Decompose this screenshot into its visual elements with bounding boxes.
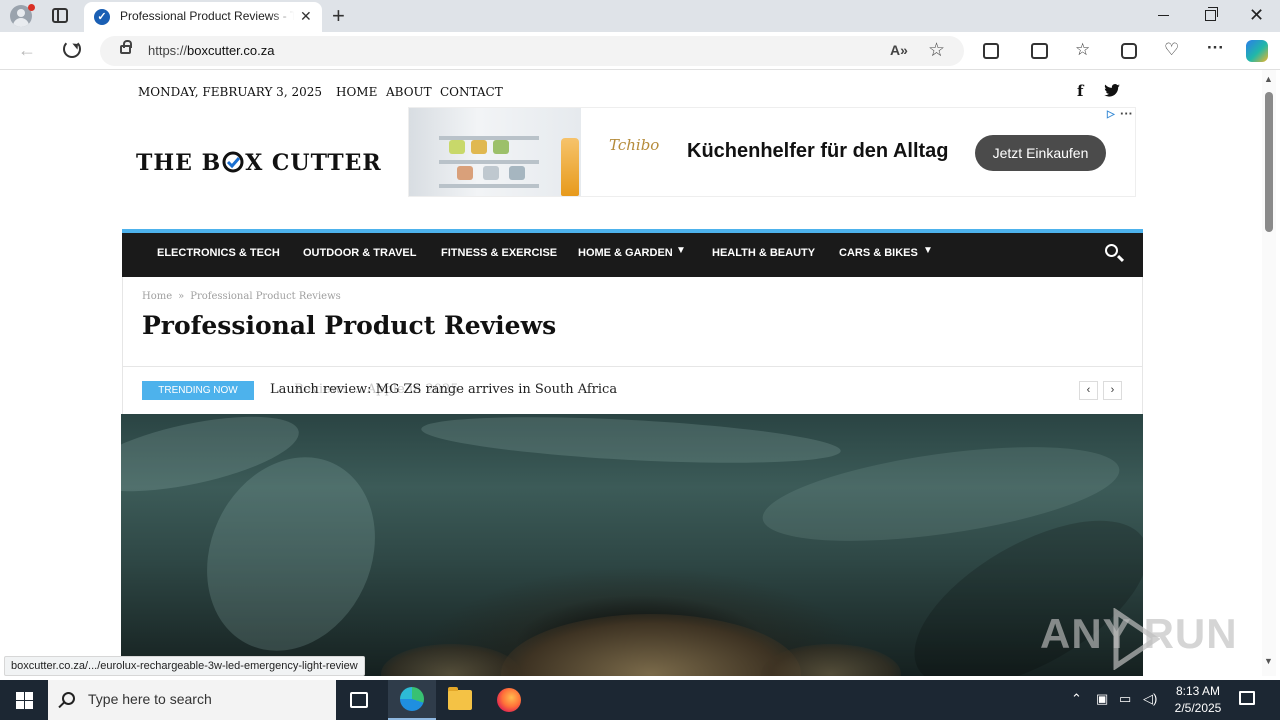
clock-time: 8:13 AM: [1175, 684, 1221, 698]
windows-start-icon[interactable]: [16, 692, 33, 709]
tab-actions-icon[interactable]: [52, 8, 68, 23]
favorite-star-icon[interactable]: ☆: [928, 39, 945, 62]
split-screen-icon[interactable]: [1031, 43, 1048, 59]
more-icon[interactable]: ···: [1207, 38, 1224, 58]
ad-cta-button[interactable]: Jetzt Einkaufen: [975, 135, 1106, 171]
lock-icon[interactable]: [120, 40, 132, 54]
topnav-contact[interactable]: CONTACT: [440, 85, 503, 99]
tray-device-icon[interactable]: ▣: [1096, 691, 1108, 707]
new-tab-icon[interactable]: +: [332, 3, 345, 29]
ad-banner[interactable]: Tchibo Küchenhelfer für den Alltag Jetzt…: [408, 107, 1136, 197]
ad-choices-icon[interactable]: ▷: [1107, 109, 1115, 120]
search-icon: [62, 692, 75, 705]
nav-cars-bikes[interactable]: CARS & BIKES: [839, 247, 918, 259]
taskbar-search-box[interactable]: Type here to search: [48, 680, 336, 720]
nav-outdoor-travel[interactable]: OUTDOOR & TRAVEL: [303, 247, 416, 259]
minimize-icon[interactable]: [1158, 15, 1169, 16]
search-icon[interactable]: [1105, 244, 1118, 257]
page-viewport: MONDAY, FEBRUARY 3, 2025 HOME ABOUT CONT…: [0, 70, 1280, 676]
clock-date: 2/5/2025: [1174, 701, 1222, 715]
volume-icon[interactable]: ◁): [1143, 691, 1157, 707]
edge-icon: [400, 687, 424, 711]
tab-title: Professional Product Reviews - The Box C…: [120, 9, 294, 23]
scrollbar-thumb[interactable]: [1265, 92, 1273, 232]
profile-notification-dot: [28, 4, 35, 11]
favorites-icon[interactable]: ☆: [1075, 40, 1090, 60]
taskbar-edge-button[interactable]: [388, 680, 436, 720]
tab-active[interactable]: ✓ Professional Product Reviews - The Box…: [84, 2, 322, 32]
chevron-left-icon[interactable]: ‹: [1079, 381, 1098, 400]
link-status-bar: boxcutter.co.za/.../eurolux-rechargeable…: [4, 656, 365, 676]
taskbar-search-placeholder: Type here to search: [88, 691, 212, 707]
breadcrumb-current[interactable]: Professional Product Reviews: [190, 291, 340, 302]
breadcrumb: Home » Professional Product Reviews: [142, 291, 341, 302]
extensions-icon[interactable]: [983, 43, 999, 59]
ad-more-icon[interactable]: ···: [1120, 108, 1133, 121]
ad-fridge-image: [409, 108, 581, 196]
header-date: MONDAY, FEBRUARY 3, 2025: [138, 85, 322, 99]
chevron-down-icon[interactable]: ▼: [676, 245, 686, 256]
nav-electronics-tech[interactable]: ELECTRONICS & TECH: [157, 247, 280, 259]
scroll-up-icon[interactable]: ▲: [1264, 74, 1273, 84]
firefox-icon[interactable]: [497, 688, 521, 712]
collections-icon[interactable]: [1121, 43, 1137, 59]
scroll-down-icon[interactable]: ▼: [1264, 656, 1273, 666]
facebook-icon[interactable]: f: [1077, 82, 1083, 100]
window-close-icon[interactable]: ✕: [1249, 5, 1264, 26]
url-text[interactable]: https://boxcutter.co.za: [148, 43, 274, 58]
chevron-right-icon[interactable]: ›: [1103, 381, 1122, 400]
tray-overflow-icon[interactable]: ⌃: [1071, 691, 1082, 707]
breadcrumb-separator: »: [178, 291, 185, 302]
restore-icon[interactable]: [1205, 7, 1218, 21]
tab-strip: ✓ Professional Product Reviews - The Box…: [0, 0, 1280, 32]
twitter-icon[interactable]: [1104, 84, 1120, 97]
nav-home-garden[interactable]: HOME & GARDEN: [578, 247, 673, 259]
browser-essentials-icon[interactable]: ♡: [1164, 40, 1179, 60]
notification-icon[interactable]: [1239, 691, 1255, 705]
file-explorer-icon[interactable]: [448, 687, 472, 710]
ad-brand-logo: Tchibo: [609, 136, 660, 154]
nav-health-beauty[interactable]: HEALTH & BEAUTY: [712, 247, 815, 259]
divider: [122, 366, 1143, 367]
task-view-icon[interactable]: [350, 692, 368, 708]
read-aloud-icon[interactable]: A»: [890, 42, 908, 58]
browser-toolbar: ← https://boxcutter.co.za A» ☆ ☆ ♡ ···: [0, 32, 1280, 70]
trending-item[interactable]: Launch review: MG ZS range arrives in So…: [270, 382, 617, 397]
main-navigation: ELECTRONICS & TECH OUTDOOR & TRAVEL FITN…: [122, 229, 1143, 277]
page-title: Professional Product Reviews: [142, 311, 557, 340]
site-logo[interactable]: THE BX CUTTER: [136, 150, 382, 176]
taskbar: Type here to search ⌃ ▣ ▭ ◁) 8:13 AM 2/5…: [0, 680, 1280, 720]
watermark-play-icon: [1113, 608, 1160, 670]
tab-favicon-icon: ✓: [94, 9, 110, 25]
trending-badge: TRENDING NOW: [142, 381, 254, 400]
topnav-home[interactable]: HOME: [336, 85, 377, 99]
copilot-icon[interactable]: [1246, 40, 1268, 62]
reload-icon[interactable]: [63, 40, 81, 58]
taskbar-clock[interactable]: 8:13 AM 2/5/2025: [1168, 683, 1228, 717]
nav-fitness-exercise[interactable]: FITNESS & EXERCISE: [441, 247, 557, 259]
close-icon[interactable]: ✕: [300, 8, 312, 25]
logo-check-icon: [222, 151, 244, 173]
topnav-about[interactable]: ABOUT: [386, 85, 432, 99]
ad-headline: Küchenhelfer für den Alltag: [687, 140, 949, 162]
address-bar[interactable]: https://boxcutter.co.za A» ☆: [100, 36, 964, 66]
back-icon[interactable]: ←: [18, 40, 36, 61]
hero-image[interactable]: [121, 414, 1143, 676]
network-icon[interactable]: ▭: [1119, 691, 1131, 707]
breadcrumb-home[interactable]: Home: [142, 291, 172, 302]
chevron-down-icon[interactable]: ▼: [923, 245, 933, 256]
